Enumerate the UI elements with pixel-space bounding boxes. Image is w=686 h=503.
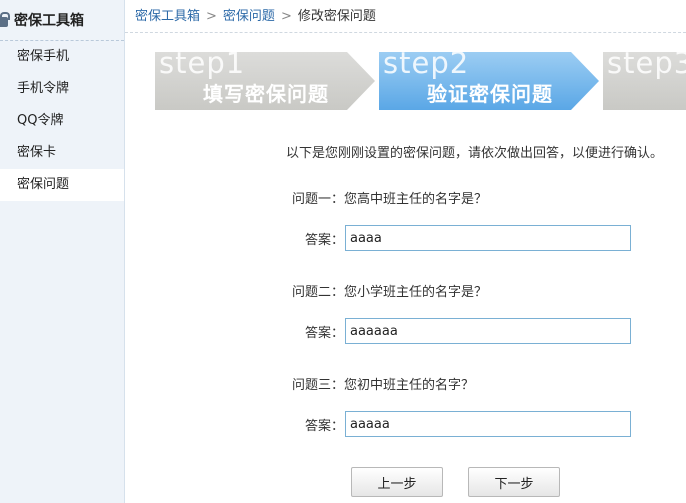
breadcrumb-toolbox-link[interactable]: 密保工具箱 [135, 9, 200, 24]
answer-3-label: 答案： [305, 418, 345, 434]
step-progress: step1 填写密保问题 step2 验证密保问题 step3 [155, 52, 686, 110]
sidebar: 密保工具箱 密保手机 手机令牌 QQ令牌 密保卡 密保问题 [0, 0, 125, 503]
answer-1-input[interactable] [345, 225, 631, 251]
breadcrumb-separator: > [280, 9, 292, 24]
question-1: 问题一：您高中班主任的名字是？ [292, 188, 487, 207]
lock-icon [0, 11, 10, 29]
sidebar-item-phone[interactable]: 密保手机 [0, 41, 124, 73]
breadcrumb-separator: > [206, 9, 217, 24]
question-1-label: 问题一： [292, 192, 345, 207]
breadcrumb: 密保工具箱 > 密保问题 > 修改密保问题 [135, 6, 376, 28]
step-3-number: step3 [607, 52, 686, 80]
prev-step-button[interactable]: 上一步 [351, 467, 443, 497]
question-2-text: 您小学班主任的名字是？ [344, 285, 488, 300]
question-2-label: 问题二： [292, 285, 345, 300]
step-3: step3 [603, 52, 686, 110]
sidebar-item-mobile-token[interactable]: 手机令牌 [0, 73, 124, 105]
question-3-text: 您初中班主任的名字？ [344, 378, 475, 393]
main-panel: 密保工具箱 > 密保问题 > 修改密保问题 step1 填写密保问题 step2 验证密… [125, 0, 686, 503]
answer-1-label: 答案： [305, 232, 345, 248]
step-1-number: step1 [159, 52, 246, 80]
answer-2-row: 答案： [305, 316, 631, 346]
step-2-active: step2 验证密保问题 [379, 52, 599, 110]
step-2-label: 验证密保问题 [427, 82, 553, 106]
sidebar-item-qq-token[interactable]: QQ令牌 [0, 105, 124, 137]
answer-3-input[interactable] [345, 411, 631, 437]
answer-3-row: 答案： [305, 409, 631, 439]
answer-2-input[interactable] [345, 318, 631, 344]
question-1-text: 您高中班主任的名字是？ [344, 192, 488, 207]
sidebar-list: 密保手机 手机令牌 QQ令牌 密保卡 密保问题 [0, 41, 124, 201]
step-1: step1 填写密保问题 [155, 52, 375, 110]
sidebar-title: 密保工具箱 [14, 13, 84, 29]
answer-2-label: 答案： [305, 325, 345, 341]
breadcrumb-divider [125, 32, 686, 33]
next-step-button[interactable]: 下一步 [468, 467, 560, 497]
question-3: 问题三：您初中班主任的名字？ [292, 374, 474, 393]
intro-text: 以下是您刚刚设置的密保问题，请依次做出回答，以便进行确认。 [286, 146, 664, 161]
step-2-number: step2 [383, 52, 470, 80]
question-3-label: 问题三： [292, 378, 345, 393]
breadcrumb-current: 修改密保问题 [297, 9, 376, 24]
breadcrumb-question-link[interactable]: 密保问题 [223, 9, 275, 24]
sidebar-item-security-card[interactable]: 密保卡 [0, 137, 124, 169]
sidebar-header: 密保工具箱 [0, 0, 124, 41]
question-2: 问题二：您小学班主任的名字是？ [292, 281, 487, 300]
step-1-label: 填写密保问题 [203, 82, 329, 106]
answer-1-row: 答案： [305, 223, 631, 253]
sidebar-item-security-question[interactable]: 密保问题 [0, 169, 124, 201]
